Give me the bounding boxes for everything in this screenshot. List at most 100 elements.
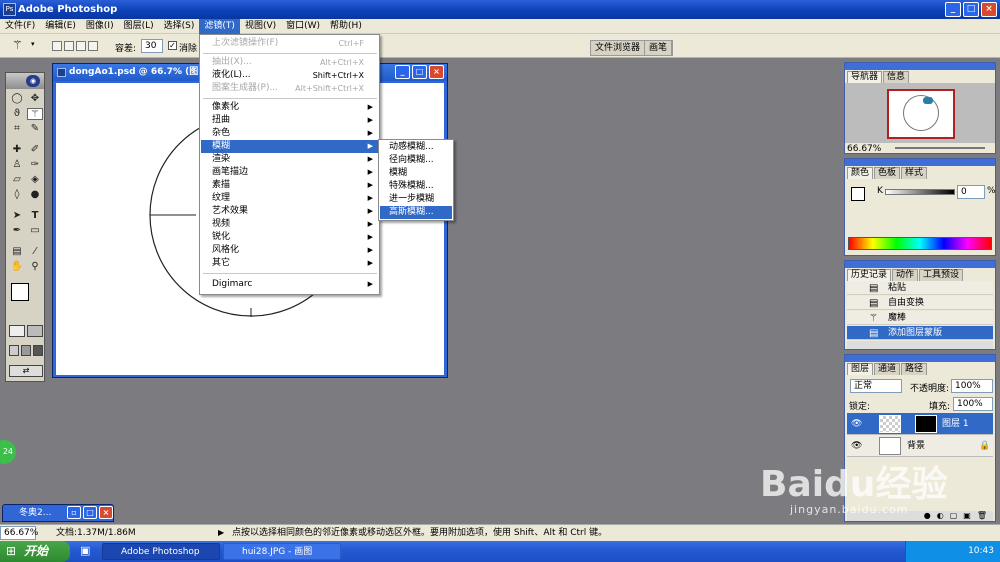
close-button[interactable]: × xyxy=(981,2,997,17)
color-fg-swatch[interactable] xyxy=(851,187,865,201)
slice-tool-icon[interactable]: ✎ xyxy=(27,123,43,135)
menu-item-liquify[interactable]: 液化(L)... Shift+Ctrl+X xyxy=(201,69,378,82)
crop-tool-icon[interactable]: ⌗ xyxy=(9,123,25,135)
brush-tool-icon[interactable]: ✐ xyxy=(27,144,43,156)
tab-color[interactable]: 颜色 xyxy=(847,167,874,179)
tab-info[interactable]: 信息 xyxy=(883,71,910,83)
menu-item-extract[interactable]: 抽出(X)... Alt+Ctrl+X xyxy=(201,56,378,69)
doc-close-button[interactable]: × xyxy=(429,65,444,79)
color-k-slider[interactable] xyxy=(885,189,955,195)
submenu-item-gaussian-blur[interactable]: 高斯模糊... xyxy=(380,206,452,219)
side-badge[interactable]: 24 xyxy=(0,440,16,464)
menu-item-last-filter[interactable]: 上次滤镜操作(F) Ctrl+F xyxy=(201,37,378,50)
adobe-online-icon[interactable]: ◉ xyxy=(26,75,40,87)
menu-item-texture[interactable]: 纹理 ▶ xyxy=(201,192,378,205)
submenu-item-motion-blur[interactable]: 动感模糊... xyxy=(380,141,452,154)
minimize-button[interactable]: _ xyxy=(945,2,961,17)
menu-item-stylize[interactable]: 风格化 ▶ xyxy=(201,244,378,257)
fill-input[interactable]: 100% xyxy=(953,397,993,411)
healing-brush-icon[interactable]: ✚ xyxy=(9,144,25,156)
clock[interactable]: 10:43 xyxy=(968,546,994,556)
navigator-zoom[interactable]: 66.67% xyxy=(847,144,881,154)
add-selection-button[interactable] xyxy=(64,41,74,51)
magic-wand-tool-icon[interactable]: ⚚ xyxy=(27,108,43,120)
tool-preset-chevron-icon[interactable]: ▾ xyxy=(31,40,35,48)
menu-window[interactable]: 窗口(W) xyxy=(281,19,325,34)
menu-layer[interactable]: 图层(L) xyxy=(119,19,159,34)
status-doc-size[interactable]: 文档:1.37M/1.86M xyxy=(56,525,136,541)
tab-file-browser[interactable]: 文件浏览器 xyxy=(591,41,646,55)
color-k-input[interactable]: 0 xyxy=(957,185,985,199)
menu-filter[interactable]: 滤镜(T) xyxy=(199,19,240,34)
min-restore-button[interactable]: ▫ xyxy=(67,506,81,519)
doc-minimize-button[interactable]: _ xyxy=(395,65,410,79)
eyedropper-icon[interactable]: ⁄ xyxy=(27,246,43,258)
submenu-item-blur-more[interactable]: 进一步模糊 xyxy=(380,193,452,206)
history-brush-icon[interactable]: ✑ xyxy=(27,159,43,171)
tab-actions[interactable]: 动作 xyxy=(892,269,919,281)
menu-item-pattern-maker[interactable]: 图案生成器(P)... Alt+Shift+Ctrl+X xyxy=(201,82,378,95)
zoom-tool-icon[interactable]: ⚲ xyxy=(27,261,43,273)
type-tool-icon[interactable]: T xyxy=(27,210,43,222)
blur-tool-icon[interactable]: ◊ xyxy=(9,189,25,201)
eye-icon[interactable]: 👁 xyxy=(851,413,862,435)
menu-item-blur[interactable]: 模糊 ▶ xyxy=(201,140,378,153)
dodge-tool-icon[interactable]: ● xyxy=(27,189,43,201)
notes-tool-icon[interactable]: ▤ xyxy=(9,246,25,258)
status-zoom[interactable]: 66.67% xyxy=(0,526,38,540)
layer-row[interactable]: 👁 背景 🔒 xyxy=(847,435,993,457)
screen-mode-standard-button[interactable] xyxy=(9,345,19,356)
opacity-input[interactable]: 100% xyxy=(951,379,993,393)
tolerance-input[interactable]: 30 xyxy=(141,39,163,53)
color-spectrum-bar[interactable] xyxy=(848,237,992,250)
intersect-selection-button[interactable] xyxy=(88,41,98,51)
menu-help[interactable]: 帮助(H) xyxy=(325,19,367,34)
marquee-tool-icon[interactable]: ◯ xyxy=(9,93,25,105)
menu-item-pixelate[interactable]: 像素化 ▶ xyxy=(201,101,378,114)
tab-layers[interactable]: 图层 xyxy=(847,363,874,375)
task-paint[interactable]: hui28.JPG - 画图 xyxy=(223,543,341,560)
menu-item-distort[interactable]: 扭曲 ▶ xyxy=(201,114,378,127)
jump-to-imageready-icon[interactable]: ⇄ xyxy=(9,365,43,377)
move-tool-icon[interactable]: ✥ xyxy=(27,93,43,105)
menu-item-artistic[interactable]: 艺术效果 ▶ xyxy=(201,205,378,218)
min-maximize-button[interactable]: □ xyxy=(83,506,97,519)
doc-maximize-button[interactable]: □ xyxy=(412,65,427,79)
standard-mode-button[interactable] xyxy=(9,325,25,337)
tab-history[interactable]: 历史记录 xyxy=(847,269,892,281)
tab-brushes[interactable]: 画笔 xyxy=(645,41,673,55)
menu-item-video[interactable]: 视频 ▶ xyxy=(201,218,378,231)
blend-mode-select[interactable]: 正常 xyxy=(850,379,902,393)
eraser-tool-icon[interactable]: ▱ xyxy=(9,174,25,186)
menu-item-render[interactable]: 渲染 ▶ xyxy=(201,153,378,166)
screen-mode-full-menu-button[interactable] xyxy=(21,345,31,356)
subtract-selection-button[interactable] xyxy=(76,41,86,51)
hand-tool-icon[interactable]: ✋ xyxy=(9,261,25,273)
submenu-item-blur[interactable]: 模糊 xyxy=(380,167,452,180)
menu-item-other[interactable]: 其它 ▶ xyxy=(201,257,378,270)
menu-item-brush-strokes[interactable]: 画笔描边 ▶ xyxy=(201,166,378,179)
tab-styles[interactable]: 样式 xyxy=(901,167,928,179)
min-close-button[interactable]: × xyxy=(99,506,113,519)
menu-select[interactable]: 选择(S) xyxy=(159,19,200,34)
menu-item-digimarc[interactable]: Digimarc ▶ xyxy=(201,278,378,291)
quick-launch-icon[interactable]: ▣ xyxy=(80,544,90,557)
menu-item-sketch[interactable]: 素描 ▶ xyxy=(201,179,378,192)
new-selection-button[interactable] xyxy=(52,41,62,51)
menu-image[interactable]: 图像(I) xyxy=(81,19,119,34)
minimized-document[interactable]: 冬奥2... ▫ □ × xyxy=(2,504,114,522)
quick-mask-button[interactable] xyxy=(27,325,43,337)
eye-icon[interactable]: 👁 xyxy=(851,435,862,457)
tab-channels[interactable]: 通道 xyxy=(874,363,901,375)
menu-item-sharpen[interactable]: 锐化 ▶ xyxy=(201,231,378,244)
menu-file[interactable]: 文件(F) xyxy=(0,19,40,34)
tab-paths[interactable]: 路径 xyxy=(901,363,928,375)
maximize-button[interactable]: □ xyxy=(963,2,979,17)
screen-mode-full-button[interactable] xyxy=(33,345,43,356)
submenu-item-radial-blur[interactable]: 径向模糊... xyxy=(380,154,452,167)
submenu-item-smart-blur[interactable]: 特殊模糊... xyxy=(380,180,452,193)
pen-tool-icon[interactable]: ✒ xyxy=(9,225,25,237)
navigator-thumbnail[interactable] xyxy=(887,89,955,139)
layer-row-selected[interactable]: 👁 图层 1 xyxy=(847,413,993,435)
foreground-color-swatch[interactable] xyxy=(11,283,29,301)
